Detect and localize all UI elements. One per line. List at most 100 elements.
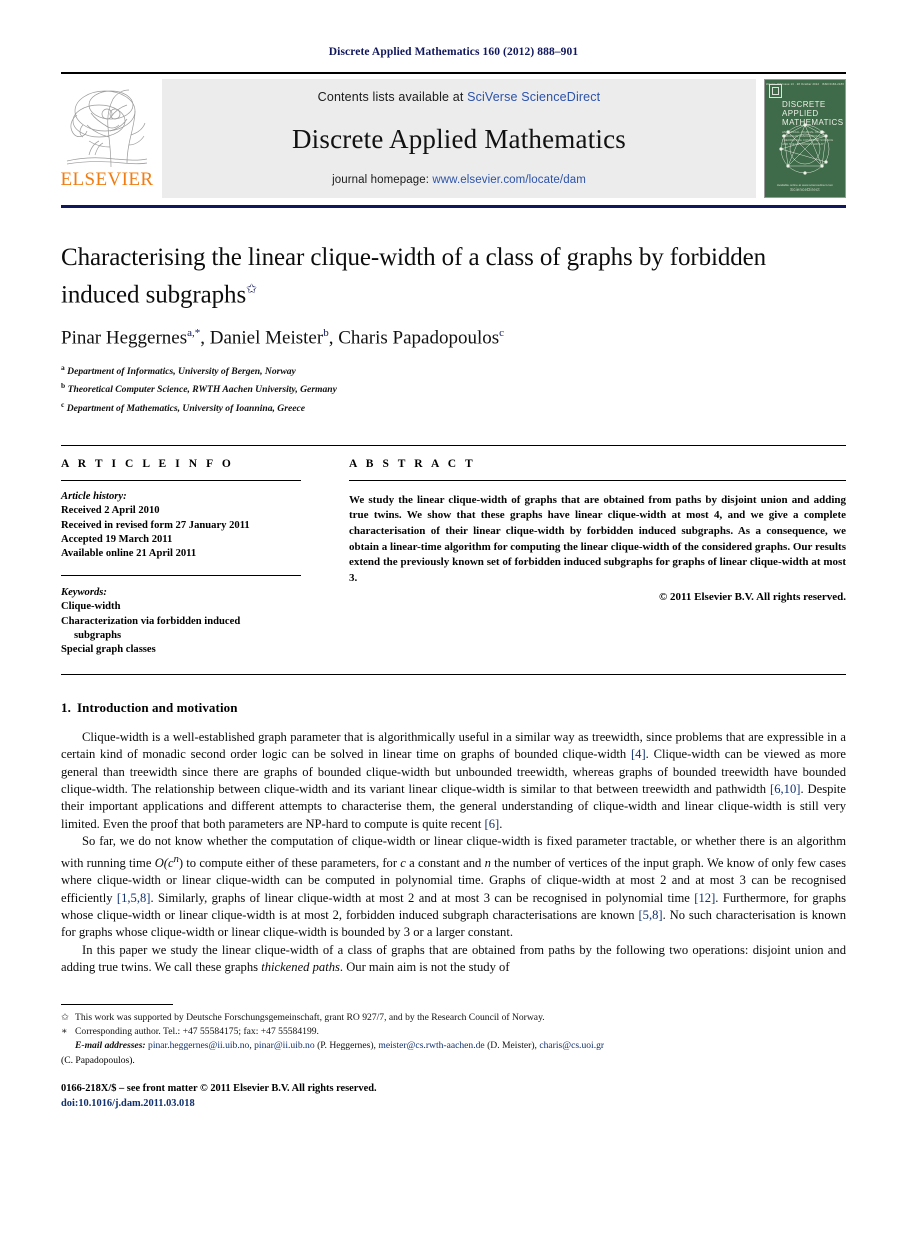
footnote-text: Corresponding author. Tel.: +47 55584175… [75, 1026, 319, 1038]
author-affiliation-marker: c [499, 327, 505, 340]
footnote-funding: ✩ This work was supported by Deutsche For… [61, 1011, 846, 1025]
term-thickened-paths: thickened paths [261, 960, 340, 975]
footnote-text: This work was supported by Deutsche Fors… [75, 1011, 545, 1023]
article-page: Discrete Applied Mathematics 160 (2012) … [0, 0, 907, 1238]
paragraph-text: . Our main aim is not the study of [339, 960, 510, 975]
contents-available-line: Contents lists available at SciVerse Sci… [318, 90, 601, 104]
history-item: Received in revised form 27 January 2011 [61, 519, 250, 531]
cover-issn-text: ISSN 0166-218X [821, 83, 845, 86]
affiliation-marker: c [61, 400, 65, 410]
paragraph-text: . Similarly, graphs of linear clique-wid… [150, 890, 695, 905]
history-item: Accepted 19 March 2011 [61, 533, 173, 545]
author-name: Pinar Heggernes [61, 327, 188, 349]
page-title: Characterising the linear clique-width o… [61, 242, 846, 310]
email-owner-continuation: (C. Papadopoulos). [61, 1054, 135, 1066]
elsevier-tree-icon [65, 81, 149, 169]
cover-publisher-badge-icon [769, 84, 782, 98]
email-owner: (P. Heggernes), [317, 1040, 376, 1052]
cover-footer: Available online at www.sciencedirect.co… [765, 183, 845, 192]
cover-title-line-1: DISCRETE [782, 100, 826, 109]
article-title-text: Characterising the linear clique-width o… [61, 244, 767, 309]
elsevier-wordmark: ELSEVIER [60, 169, 154, 190]
affiliation-text: Department of Mathematics, University of… [66, 403, 305, 415]
section-number: 1. [61, 699, 71, 715]
journal-homepage-line: journal homepage: www.elsevier.com/locat… [332, 174, 586, 186]
info-abstract-columns: A R T I C L E I N F O Article history: R… [61, 458, 846, 658]
email-link[interactable]: meister@cs.rwth-aachen.de [378, 1040, 484, 1051]
author-list: Pinar Heggernesa,*, Daniel Meisterb, Cha… [61, 327, 846, 349]
author-separator: , [200, 327, 210, 349]
title-footnote-marker: ✩ [246, 281, 257, 296]
keywords-rule [61, 574, 301, 576]
citation-ref[interactable]: [6] [485, 817, 500, 831]
paragraph-text: . [499, 816, 503, 831]
footnote-emails: E-mail addresses: pinar.heggernes@ii.uib… [75, 1040, 605, 1052]
doi-link[interactable]: doi:10.1016/j.dam.2011.03.018 [61, 1097, 846, 1112]
citation-ref[interactable]: [12] [694, 891, 715, 905]
keyword-item: Clique-width [61, 601, 121, 613]
paragraph-text: a constant and [405, 855, 485, 870]
body-paragraph: In this paper we study the linear clique… [61, 942, 846, 977]
body-paragraph: So far, we do not know whether the compu… [61, 833, 846, 942]
masthead-bottom-rule [61, 205, 846, 208]
citation-ref[interactable]: [6,10] [770, 782, 800, 796]
affiliation-marker: b [61, 381, 66, 391]
cover-graph-diagram-icon [779, 123, 830, 175]
affiliation-item: b Theoretical Computer Science, RWTH Aac… [61, 379, 846, 398]
author-affiliation-marker: a,* [187, 327, 201, 340]
keywords-label: Keywords: [61, 586, 107, 598]
email-link[interactable]: pinar.heggernes@ii.uib.no [148, 1040, 249, 1051]
email-owner: (D. Meister), [487, 1040, 537, 1052]
article-history-label: Article history: [61, 490, 127, 502]
keyword-item: Characterization via forbidden induced [61, 615, 241, 627]
article-info-rule [61, 479, 301, 481]
affiliation-text: Theoretical Computer Science, RWTH Aache… [67, 384, 337, 396]
contents-available-prefix: Contents lists available at [317, 90, 468, 104]
elsevier-logo: ELSEVIER [61, 79, 153, 198]
article-info-heading: A R T I C L E I N F O [61, 457, 234, 470]
imprint-front-matter: 0166-218X/$ – see front matter © 2011 El… [61, 1083, 377, 1095]
affiliation-list: a Department of Informatics, University … [61, 361, 846, 417]
complexity-notation: O(c [154, 855, 174, 870]
cover-title-line-2: APPLIED [782, 109, 819, 118]
author-name: Charis Papadopoulos [338, 327, 500, 349]
author-name: Daniel Meister [209, 327, 324, 349]
footnote-rule [61, 1003, 173, 1005]
history-item: Available online 21 April 2011 [61, 548, 197, 560]
journal-masthead: ELSEVIER Contents lists available at Sci… [61, 72, 846, 198]
citation-ref[interactable]: [5,8] [638, 908, 662, 922]
abstract-copyright: © 2011 Elsevier B.V. All rights reserved… [659, 591, 846, 604]
history-item: Received 2 April 2010 [61, 505, 160, 517]
imprint-block: 0166-218X/$ – see front matter © 2011 El… [61, 1082, 846, 1111]
keyword-item-continuation: subgraphs [74, 629, 122, 641]
email-addresses-label: E-mail addresses: [75, 1040, 146, 1052]
affiliation-text: Department of Informatics, University of… [67, 365, 296, 377]
email-link[interactable]: charis@cs.uoi.gr [539, 1040, 604, 1051]
info-section-bottom-rule [61, 673, 846, 675]
email-link[interactable]: pinar@ii.uib.no [254, 1040, 315, 1051]
article-info-column: A R T I C L E I N F O Article history: R… [61, 458, 301, 658]
paragraph-text: to compute either of these parameters, f… [183, 855, 401, 870]
body-paragraph: Clique-width is a well-established graph… [61, 729, 846, 833]
journal-banner: Contents lists available at SciVerse Sci… [162, 79, 756, 198]
affiliation-item: a Department of Informatics, University … [61, 361, 846, 380]
footnote-block: ✩ This work was supported by Deutsche For… [61, 1011, 846, 1069]
citation-ref[interactable]: [4] [631, 747, 646, 761]
abstract-text: We study the linear clique-width of grap… [349, 493, 846, 584]
article-history-block: Article history: Received 2 April 2010 R… [61, 490, 301, 562]
section-heading: 1. Introduction and motivation [61, 700, 846, 716]
info-section-top-rule [61, 444, 846, 446]
journal-title: Discrete Applied Mathematics [291, 123, 626, 154]
footnote-corresponding-author: ∗ Corresponding author. Tel.: +47 5558417… [61, 1025, 846, 1039]
keywords-block: Keywords: Clique-width Characterization … [61, 586, 301, 658]
footnote-marker: ✩ [61, 1011, 70, 1023]
abstract-rule [349, 479, 846, 481]
keyword-item: Special graph classes [61, 644, 156, 656]
journal-homepage-link[interactable]: www.elsevier.com/locate/dam [432, 174, 586, 186]
citation-ref[interactable]: [1,5,8] [117, 891, 151, 905]
abstract-column: A B S T R A C T We study the linear cliq… [349, 458, 846, 658]
running-head: Discrete Applied Mathematics 160 (2012) … [328, 46, 579, 58]
author-separator: , [328, 327, 339, 349]
journal-cover-thumbnail: Volume 160 Issue 13 · 28 October 2012 IS… [764, 79, 846, 198]
sciencedirect-link[interactable]: SciVerse ScienceDirect [467, 90, 600, 104]
